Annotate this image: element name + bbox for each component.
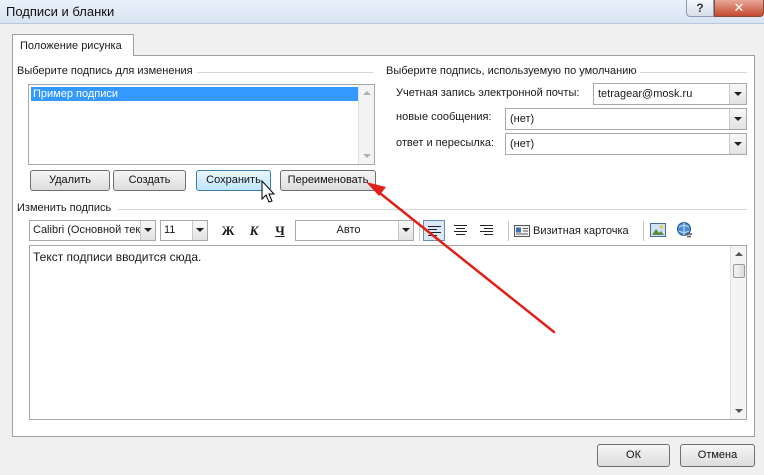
signature-body-text: Текст подписи вводится сюда. [33,250,202,264]
hyperlink-icon [677,222,692,238]
help-button[interactable]: ? [686,0,714,17]
close-icon: ✕ [733,0,745,15]
select-signature-label: Выберите подпись для изменения [17,65,193,77]
bold-button[interactable]: Ж [218,221,238,241]
hyperlink-button[interactable] [676,221,694,242]
close-button[interactable]: ✕ [714,0,764,17]
scroll-thumb[interactable] [733,264,745,278]
scroll-down-icon[interactable] [735,409,743,413]
default-signature-label: Выберите подпись, используемую по умолча… [386,65,637,77]
email-account-label: Учетная запись электронной почты: [396,87,580,99]
rename-button[interactable]: Переименовать [280,170,376,191]
scroll-up-icon[interactable] [363,91,371,95]
email-account-select[interactable]: tetragear@mosk.ru [593,83,747,105]
chevron-down-icon[interactable] [192,221,207,240]
align-left-icon[interactable] [423,220,445,241]
group-divider [640,72,747,73]
align-center-icon[interactable] [450,220,472,241]
replies-value: (нет) [510,138,535,150]
ok-button[interactable]: ОК [597,444,670,467]
save-button[interactable]: Сохранить [196,170,271,191]
replies-label: ответ и пересылка: [396,137,495,149]
toolbar-separator [419,221,420,241]
insert-picture-icon [650,223,666,237]
group-divider [197,72,373,73]
window-title: Подписи и бланки [6,4,115,19]
title-bar: Подписи и бланки ? ✕ [0,0,764,24]
list-scrollbar[interactable] [358,85,374,164]
create-button[interactable]: Создать [113,170,186,191]
tab-picture-position[interactable]: Положение рисунка [12,34,134,56]
new-messages-label: новые сообщения: [396,111,492,123]
font-size-select[interactable]: 11 [160,220,208,241]
font-color-select[interactable]: Авто [295,220,414,241]
edit-signature-label: Изменить подпись [17,202,112,214]
chevron-down-icon[interactable] [140,221,155,240]
insert-picture-button[interactable] [650,222,666,241]
italic-button[interactable]: К [244,221,264,241]
list-item[interactable]: Пример подписи [31,87,359,101]
email-account-value: tetragear@mosk.ru [598,88,693,100]
help-icon: ? [696,1,704,15]
scroll-down-icon[interactable] [363,154,371,158]
chevron-down-icon[interactable] [729,109,746,129]
signature-list[interactable]: Пример подписи [28,84,375,165]
delete-button[interactable]: Удалить [30,170,110,191]
signature-editor[interactable]: Текст подписи вводится сюда. [29,245,747,420]
chevron-down-icon[interactable] [729,134,746,154]
cancel-button[interactable]: Отмена [680,444,755,467]
editor-scrollbar[interactable] [730,246,746,419]
toolbar-separator [508,221,509,241]
replies-select[interactable]: (нет) [505,133,747,155]
new-messages-select[interactable]: (нет) [505,108,747,130]
font-value: Calibri (Основной текст) [33,224,155,236]
font-size-value: 11 [164,224,176,236]
align-right-icon[interactable] [476,220,498,241]
group-divider [118,209,747,210]
business-card-label: Визитная карточка [533,225,629,237]
business-card-icon [514,225,530,238]
scroll-up-icon[interactable] [735,252,743,256]
underline-button[interactable]: Ч [270,221,290,241]
font-select[interactable]: Calibri (Основной текст) [29,220,156,241]
chevron-down-icon[interactable] [729,84,746,104]
toolbar-separator [643,221,644,241]
new-messages-value: (нет) [510,113,535,125]
business-card-button[interactable]: Визитная карточка [514,222,629,240]
font-color-value: Авто [336,224,361,236]
chevron-down-icon[interactable] [398,221,413,240]
